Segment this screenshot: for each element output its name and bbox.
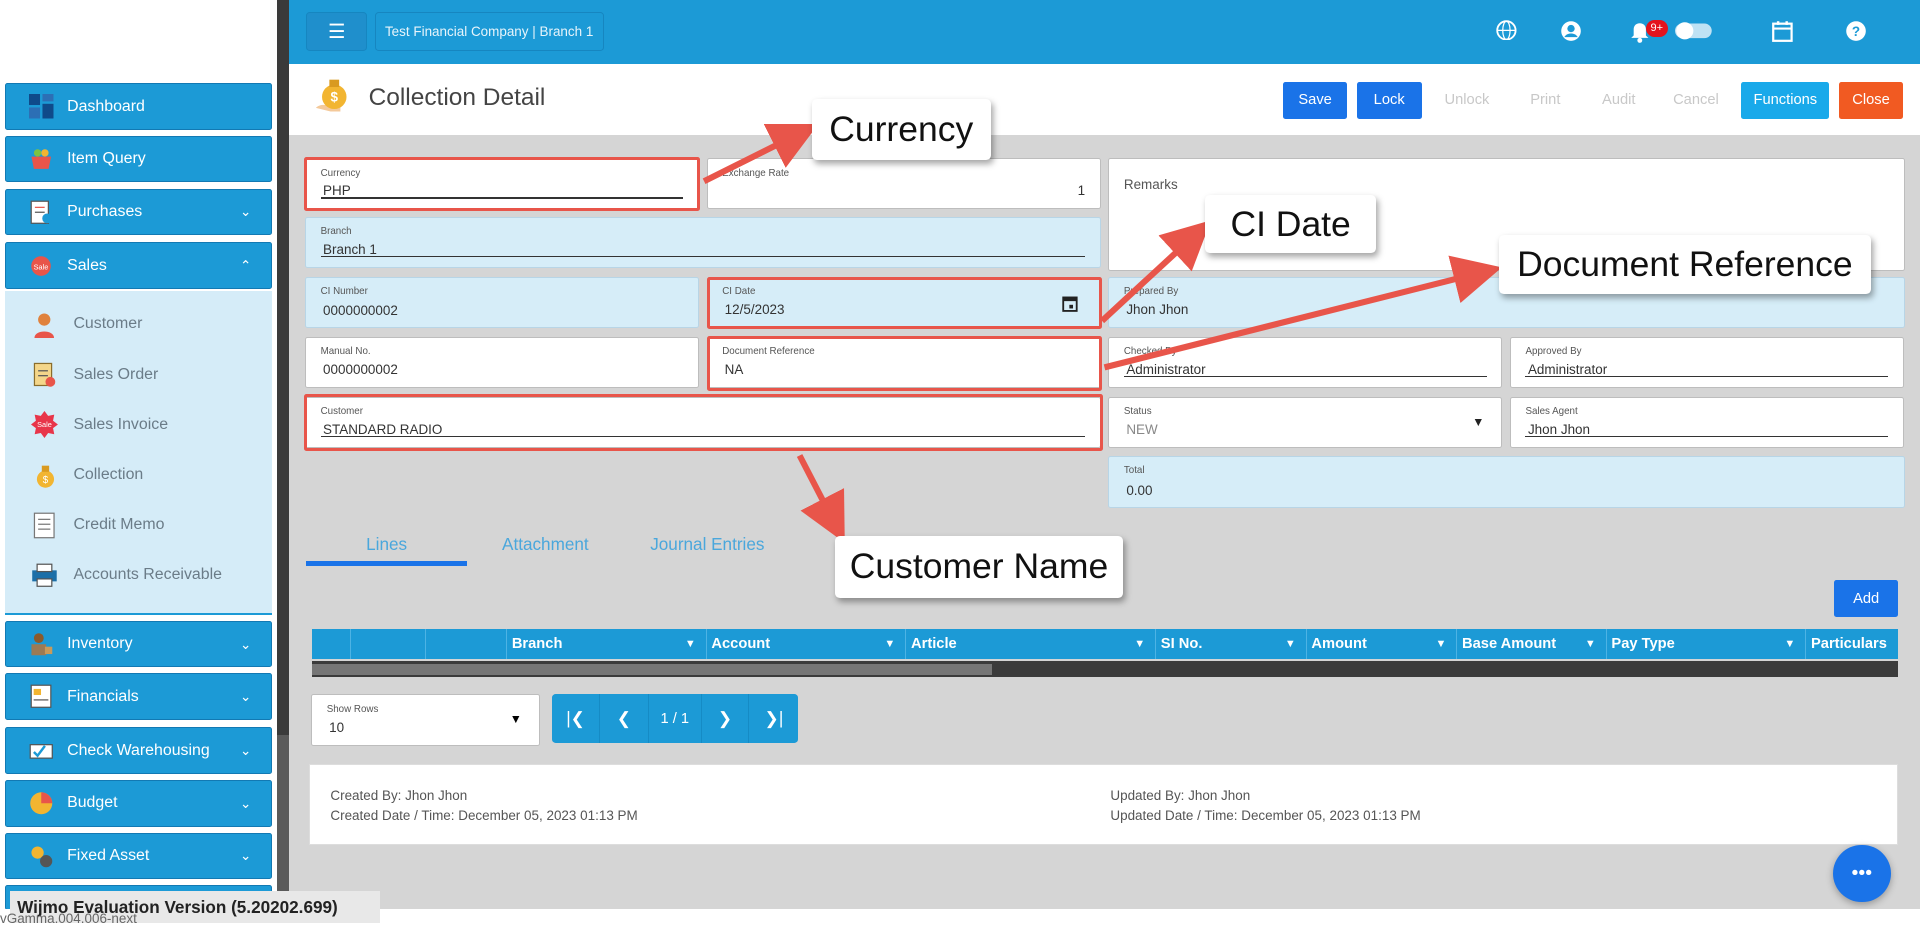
grid-col-particulars[interactable]: Particulars [1806,629,1898,658]
created-date: Created Date / Time: December 05, 2023 0… [330,807,638,823]
filter-icon[interactable]: ▼ [1784,638,1795,650]
field-label: Show Rows [326,703,379,715]
grid-horizontal-scrollbar[interactable] [312,661,1898,678]
app-version: vGamma.004.006-next [0,911,137,927]
first-page-icon: |❮ [566,708,586,729]
grid-col-amount[interactable]: Amount ▼ [1307,629,1458,659]
caret-down-icon: ▼ [509,712,522,727]
grid-col-article[interactable]: Article ▼ [906,629,1156,659]
ci-date-arrow [1099,220,1212,324]
lines-grid-header: Branch ▼ Account ▼ Article ▼ SI No. ▼ Amount… [312,629,1898,659]
ci-date-callout: CI Date [1204,194,1377,254]
customer-callout: Customer Name [835,536,1123,598]
column-label: Base Amount [1462,636,1557,653]
grid-col-row [351,629,427,659]
grid-col-branch[interactable]: Branch ▼ [507,629,707,659]
column-label: Account [711,636,771,653]
next-page-button[interactable]: ❯ [701,694,750,744]
ellipsis-icon: ••• [1851,862,1873,885]
tab-journal-entries[interactable]: Journal Entries [650,534,764,555]
column-label: Article [911,636,957,653]
more-actions-fab[interactable]: ••• [1833,844,1891,903]
column-label: Branch [511,636,563,653]
filter-icon[interactable]: ▼ [685,638,696,650]
filter-icon[interactable]: ▼ [1134,638,1145,650]
updated-date: Updated Date / Time: December 05, 2023 0… [1110,807,1421,823]
add-line-button[interactable]: Add [1834,580,1898,618]
filter-icon[interactable]: ▼ [1285,638,1296,650]
grid-col-blank [426,629,507,659]
last-page-icon: ❯| [764,708,784,729]
column-label: Particulars [1811,636,1887,653]
prev-page-button[interactable]: ❮ [600,694,649,744]
column-label: Pay Type [1611,636,1675,653]
scrollbar-thumb[interactable] [312,663,992,675]
filter-icon[interactable]: ▼ [884,638,895,650]
currency-callout: Currency [811,99,991,161]
field-value: 10 [329,719,345,735]
show-rows-select[interactable]: Show Rows 10 ▼ [311,694,540,746]
active-tab-indicator [306,560,467,566]
page-indicator: 1 / 1 [648,694,702,744]
filter-icon[interactable]: ▼ [1585,638,1596,650]
column-label: SI No. [1160,636,1203,653]
tab-attachment[interactable]: Attachment [502,534,589,555]
grid-col-pay-type[interactable]: Pay Type ▼ [1607,629,1807,659]
grid-col-account[interactable]: Account ▼ [707,629,907,659]
filter-icon[interactable]: ▼ [1435,638,1446,650]
updated-by: Updated By: Jhon Jhon [1110,788,1251,804]
grid-col-select [312,629,352,659]
first-page-button[interactable]: |❮ [552,694,600,744]
chevron-left-icon: ❮ [616,708,632,729]
chevron-right-icon: ❯ [717,708,733,729]
grid-col-base-amount[interactable]: Base Amount ▼ [1457,629,1607,659]
customer-arrow [796,454,845,543]
currency-arrow [702,124,819,184]
created-by: Created By: Jhon Jhon [330,788,468,804]
column-label: Amount [1311,636,1367,653]
tab-lines[interactable]: Lines [366,534,407,555]
last-page-button[interactable]: ❯| [749,694,799,744]
audit-footer: Created By: Jhon Jhon Created Date / Tim… [308,764,1898,845]
doc-ref-arrow [1103,255,1502,371]
doc-ref-callout: Document Reference [1498,235,1872,294]
grid-col-si-no[interactable]: SI No. ▼ [1156,629,1307,659]
